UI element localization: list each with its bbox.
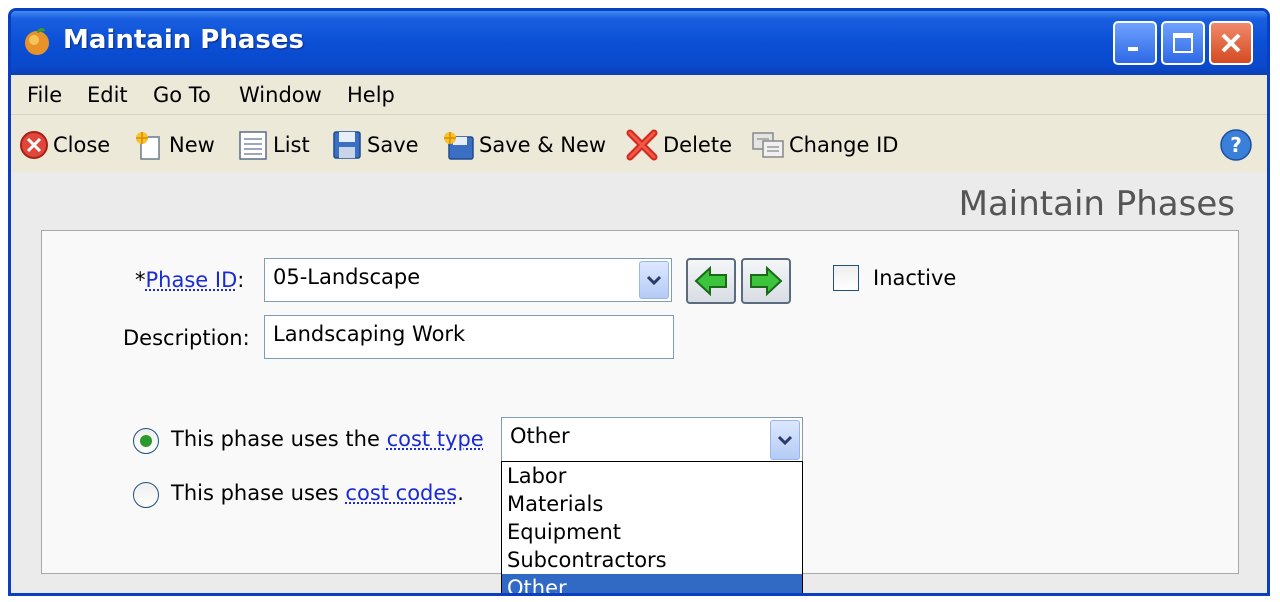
cost-type-combobox[interactable]: Other <box>501 417 803 463</box>
toolbar: Close New List Save Save & New Delete Ch… <box>11 116 1267 172</box>
inactive-label: Inactive <box>873 266 957 290</box>
cost-type-dropdown-button[interactable] <box>770 420 800 460</box>
maximize-icon <box>1173 33 1193 53</box>
cost-codes-option-label: This phase uses cost codes. <box>171 481 464 505</box>
previous-record-button[interactable] <box>686 258 736 304</box>
arrow-left-icon <box>694 265 727 297</box>
page-heading: Maintain Phases <box>958 184 1235 224</box>
chevron-down-icon <box>646 275 662 286</box>
menu-bar: File Edit Go To Window Help <box>11 75 1267 115</box>
dropdown-option-equipment[interactable]: Equipment <box>502 518 802 546</box>
cost-type-value: Other <box>510 424 570 448</box>
svg-text:?: ? <box>1230 133 1242 157</box>
cost-type-text: This phase uses the <box>171 427 387 451</box>
dropdown-option-other[interactable]: Other <box>502 574 802 593</box>
dropdown-option-materials[interactable]: Materials <box>502 490 802 518</box>
next-record-button[interactable] <box>741 258 791 304</box>
phase-id-combobox[interactable]: 05-Landscape <box>264 258 672 302</box>
new-document-icon <box>136 132 160 160</box>
cost-type-radio[interactable] <box>133 428 159 454</box>
close-label: Close <box>53 133 111 157</box>
inactive-checkbox[interactable] <box>833 265 859 291</box>
menu-file[interactable]: File <box>27 83 62 107</box>
close-circle-icon <box>20 131 48 159</box>
phase-id-value: 05-Landscape <box>273 265 421 289</box>
close-button[interactable]: Close <box>19 128 110 162</box>
delete-x-icon <box>626 129 658 161</box>
cost-codes-text: This phase uses <box>171 481 346 505</box>
chevron-down-icon <box>777 435 793 446</box>
phase-id-colon: : <box>237 268 245 292</box>
menu-edit[interactable]: Edit <box>87 83 128 107</box>
required-marker: * <box>135 268 146 292</box>
menu-go-to[interactable]: Go To <box>153 83 211 107</box>
delete-button[interactable]: Delete <box>625 128 732 162</box>
cost-codes-link[interactable]: cost codes <box>345 481 457 505</box>
arrow-right-icon <box>750 265 783 297</box>
list-label: List <box>273 133 310 157</box>
close-icon <box>1221 33 1241 53</box>
help-icon[interactable]: ? <box>1219 128 1253 162</box>
save-icon <box>333 131 361 159</box>
delete-label: Delete <box>663 133 732 157</box>
cost-codes-suffix: . <box>457 481 464 505</box>
app-icon <box>25 28 49 55</box>
minimize-button[interactable] <box>1113 21 1157 65</box>
description-label: Description: <box>123 326 250 350</box>
change-id-button[interactable]: Change ID <box>751 128 898 162</box>
content-area: Maintain Phases *Phase ID: 05-Landscape … <box>11 172 1267 593</box>
cost-type-link[interactable]: cost type <box>387 427 484 451</box>
new-button[interactable]: New <box>133 128 215 162</box>
cost-type-option-label: This phase uses the cost type <box>171 427 484 451</box>
list-button[interactable]: List <box>237 128 310 162</box>
cost-type-dropdown-list: Labor Materials Equipment Subcontractors… <box>501 461 803 593</box>
change-id-label: Change ID <box>789 133 899 157</box>
radio-selected-dot <box>140 435 152 447</box>
save-new-icon <box>444 132 474 160</box>
save-button[interactable]: Save <box>331 128 419 162</box>
description-value: Landscaping Work <box>273 322 466 346</box>
phase-id-label: *Phase ID: <box>135 268 244 292</box>
maximize-button[interactable] <box>1161 21 1205 65</box>
change-id-icon <box>752 132 784 158</box>
window-title: Maintain Phases <box>63 25 304 55</box>
save-label: Save <box>367 133 419 157</box>
save-and-new-button[interactable]: Save & New <box>441 128 606 162</box>
minimize-icon <box>1128 47 1138 51</box>
title-bar: Maintain Phases <box>11 11 1267 75</box>
save-new-label: Save & New <box>479 133 607 157</box>
phase-id-dropdown-button[interactable] <box>639 261 669 299</box>
list-icon <box>239 131 267 160</box>
dropdown-option-subcontractors[interactable]: Subcontractors <box>502 546 802 574</box>
description-input[interactable]: Landscaping Work <box>264 315 674 359</box>
maintain-phases-window: Maintain Phases File Edit Go To Window H… <box>8 8 1270 596</box>
new-label: New <box>169 133 215 157</box>
close-window-button[interactable] <box>1209 21 1253 65</box>
phase-id-link[interactable]: Phase ID <box>146 268 238 292</box>
menu-window[interactable]: Window <box>239 83 322 107</box>
cost-codes-radio[interactable] <box>133 482 159 508</box>
dropdown-option-labor[interactable]: Labor <box>502 462 802 490</box>
menu-help[interactable]: Help <box>347 83 395 107</box>
